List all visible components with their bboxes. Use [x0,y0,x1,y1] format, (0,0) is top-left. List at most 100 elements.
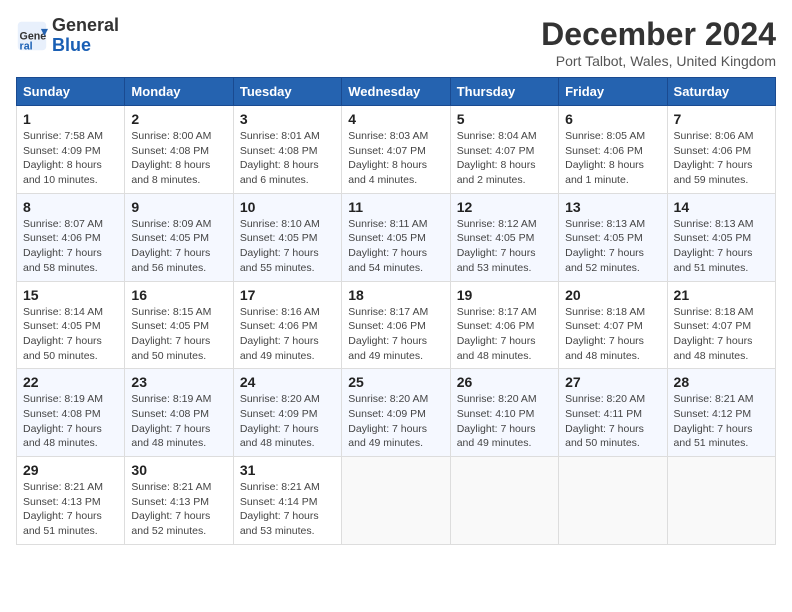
weekday-header-sunday: Sunday [17,78,125,106]
day-info: Sunrise: 8:19 AM Sunset: 4:08 PM Dayligh… [131,392,226,451]
day-info: Sunrise: 8:01 AM Sunset: 4:08 PM Dayligh… [240,129,335,188]
day-info: Sunrise: 8:11 AM Sunset: 4:05 PM Dayligh… [348,217,443,276]
calendar-cell: 28 Sunrise: 8:21 AM Sunset: 4:12 PM Dayli… [667,369,775,457]
weekday-header-thursday: Thursday [450,78,558,106]
svg-text:ral: ral [20,40,33,52]
day-info: Sunrise: 8:14 AM Sunset: 4:05 PM Dayligh… [23,305,118,364]
calendar-cell: 14Sunrise: 8:13 AM Sunset: 4:05 PM Dayli… [667,193,775,281]
location: Port Talbot, Wales, United Kingdom [541,53,776,69]
weekday-header-monday: Monday [125,78,233,106]
calendar-cell: 30 Sunrise: 8:21 AM Sunset: 4:13 PM Dayli… [125,457,233,545]
day-number: 31 [240,462,335,478]
day-info: Sunrise: 8:21 AM Sunset: 4:13 PM Dayligh… [131,480,226,539]
day-number: 13 [565,199,660,215]
day-info: Sunrise: 8:06 AM Sunset: 4:06 PM Dayligh… [674,129,769,188]
calendar-cell: 21 Sunrise: 8:18 AM Sunset: 4:07 PM Dayli… [667,281,775,369]
day-info: Sunrise: 7:58 AM Sunset: 4:09 PM Dayligh… [23,129,118,188]
day-info: Sunrise: 8:19 AM Sunset: 4:08 PM Dayligh… [23,392,118,451]
weekday-header-tuesday: Tuesday [233,78,341,106]
day-info: Sunrise: 8:18 AM Sunset: 4:07 PM Dayligh… [674,305,769,364]
weekday-header-friday: Friday [559,78,667,106]
day-number: 14 [674,199,769,215]
day-info: Sunrise: 8:16 AM Sunset: 4:06 PM Dayligh… [240,305,335,364]
day-number: 27 [565,374,660,390]
calendar-cell: 9 Sunrise: 8:09 AM Sunset: 4:05 PM Daylig… [125,193,233,281]
day-info: Sunrise: 8:17 AM Sunset: 4:06 PM Dayligh… [457,305,552,364]
calendar-cell: 16 Sunrise: 8:15 AM Sunset: 4:05 PM Dayli… [125,281,233,369]
day-number: 2 [131,111,226,127]
day-number: 10 [240,199,335,215]
calendar-cell: 17 Sunrise: 8:16 AM Sunset: 4:06 PM Dayli… [233,281,341,369]
calendar-cell [667,457,775,545]
day-number: 11 [348,199,443,215]
logo-text: General Blue [52,16,119,56]
day-number: 1 [23,111,118,127]
day-info: Sunrise: 8:20 AM Sunset: 4:10 PM Dayligh… [457,392,552,451]
day-number: 3 [240,111,335,127]
calendar-cell: 2 Sunrise: 8:00 AM Sunset: 4:08 PM Daylig… [125,106,233,194]
calendar-cell: 23 Sunrise: 8:19 AM Sunset: 4:08 PM Dayli… [125,369,233,457]
day-number: 25 [348,374,443,390]
weekday-header-wednesday: Wednesday [342,78,450,106]
calendar-cell [450,457,558,545]
day-info: Sunrise: 8:13 AM Sunset: 4:05 PM Dayligh… [565,217,660,276]
day-info: Sunrise: 8:10 AM Sunset: 4:05 PM Dayligh… [240,217,335,276]
day-number: 30 [131,462,226,478]
calendar-cell: 27 Sunrise: 8:20 AM Sunset: 4:11 PM Dayli… [559,369,667,457]
day-number: 19 [457,287,552,303]
calendar-cell: 18 Sunrise: 8:17 AM Sunset: 4:06 PM Dayli… [342,281,450,369]
weekday-header-row: SundayMondayTuesdayWednesdayThursdayFrid… [17,78,776,106]
day-number: 18 [348,287,443,303]
calendar-cell: 26Sunrise: 8:20 AM Sunset: 4:10 PM Dayli… [450,369,558,457]
day-info: Sunrise: 8:20 AM Sunset: 4:09 PM Dayligh… [240,392,335,451]
calendar-cell [559,457,667,545]
day-number: 7 [674,111,769,127]
calendar-cell: 25 Sunrise: 8:20 AM Sunset: 4:09 PM Dayli… [342,369,450,457]
calendar-cell [342,457,450,545]
calendar-week-row: 8Sunrise: 8:07 AM Sunset: 4:06 PM Daylig… [17,193,776,281]
day-info: Sunrise: 8:15 AM Sunset: 4:05 PM Dayligh… [131,305,226,364]
calendar-week-row: 1 Sunrise: 7:58 AM Sunset: 4:09 PM Daylig… [17,106,776,194]
day-number: 21 [674,287,769,303]
day-number: 16 [131,287,226,303]
day-number: 29 [23,462,118,478]
day-info: Sunrise: 8:21 AM Sunset: 4:12 PM Dayligh… [674,392,769,451]
logo-icon: Gene ral [16,20,48,52]
calendar-cell: 7 Sunrise: 8:06 AM Sunset: 4:06 PM Daylig… [667,106,775,194]
day-number: 4 [348,111,443,127]
day-info: Sunrise: 8:00 AM Sunset: 4:08 PM Dayligh… [131,129,226,188]
calendar-week-row: 15 Sunrise: 8:14 AM Sunset: 4:05 PM Dayli… [17,281,776,369]
day-number: 12 [457,199,552,215]
calendar-cell: 19 Sunrise: 8:17 AM Sunset: 4:06 PM Dayli… [450,281,558,369]
day-info: Sunrise: 8:21 AM Sunset: 4:13 PM Dayligh… [23,480,118,539]
calendar-cell: 5Sunrise: 8:04 AM Sunset: 4:07 PM Daylig… [450,106,558,194]
day-info: Sunrise: 8:17 AM Sunset: 4:06 PM Dayligh… [348,305,443,364]
calendar-cell: 22Sunrise: 8:19 AM Sunset: 4:08 PM Dayli… [17,369,125,457]
day-info: Sunrise: 8:09 AM Sunset: 4:05 PM Dayligh… [131,217,226,276]
day-number: 24 [240,374,335,390]
day-info: Sunrise: 8:20 AM Sunset: 4:09 PM Dayligh… [348,392,443,451]
calendar-cell: 15 Sunrise: 8:14 AM Sunset: 4:05 PM Dayli… [17,281,125,369]
calendar-cell: 11 Sunrise: 8:11 AM Sunset: 4:05 PM Dayli… [342,193,450,281]
calendar-cell: 1 Sunrise: 7:58 AM Sunset: 4:09 PM Daylig… [17,106,125,194]
day-number: 28 [674,374,769,390]
day-number: 15 [23,287,118,303]
day-number: 9 [131,199,226,215]
day-info: Sunrise: 8:20 AM Sunset: 4:11 PM Dayligh… [565,392,660,451]
day-info: Sunrise: 8:18 AM Sunset: 4:07 PM Dayligh… [565,305,660,364]
day-info: Sunrise: 8:12 AM Sunset: 4:05 PM Dayligh… [457,217,552,276]
calendar-cell: 24 Sunrise: 8:20 AM Sunset: 4:09 PM Dayli… [233,369,341,457]
day-number: 6 [565,111,660,127]
day-number: 17 [240,287,335,303]
calendar-table: SundayMondayTuesdayWednesdayThursdayFrid… [16,77,776,545]
calendar-cell: 3 Sunrise: 8:01 AM Sunset: 4:08 PM Daylig… [233,106,341,194]
title-block: December 2024 Port Talbot, Wales, United… [541,16,776,69]
day-number: 5 [457,111,552,127]
day-number: 23 [131,374,226,390]
calendar-cell: 31Sunrise: 8:21 AM Sunset: 4:14 PM Dayli… [233,457,341,545]
calendar-cell: 13 Sunrise: 8:13 AM Sunset: 4:05 PM Dayli… [559,193,667,281]
calendar-cell: 20Sunrise: 8:18 AM Sunset: 4:07 PM Dayli… [559,281,667,369]
logo: Gene ral General Blue [16,16,119,56]
weekday-header-saturday: Saturday [667,78,775,106]
calendar-week-row: 29 Sunrise: 8:21 AM Sunset: 4:13 PM Dayli… [17,457,776,545]
